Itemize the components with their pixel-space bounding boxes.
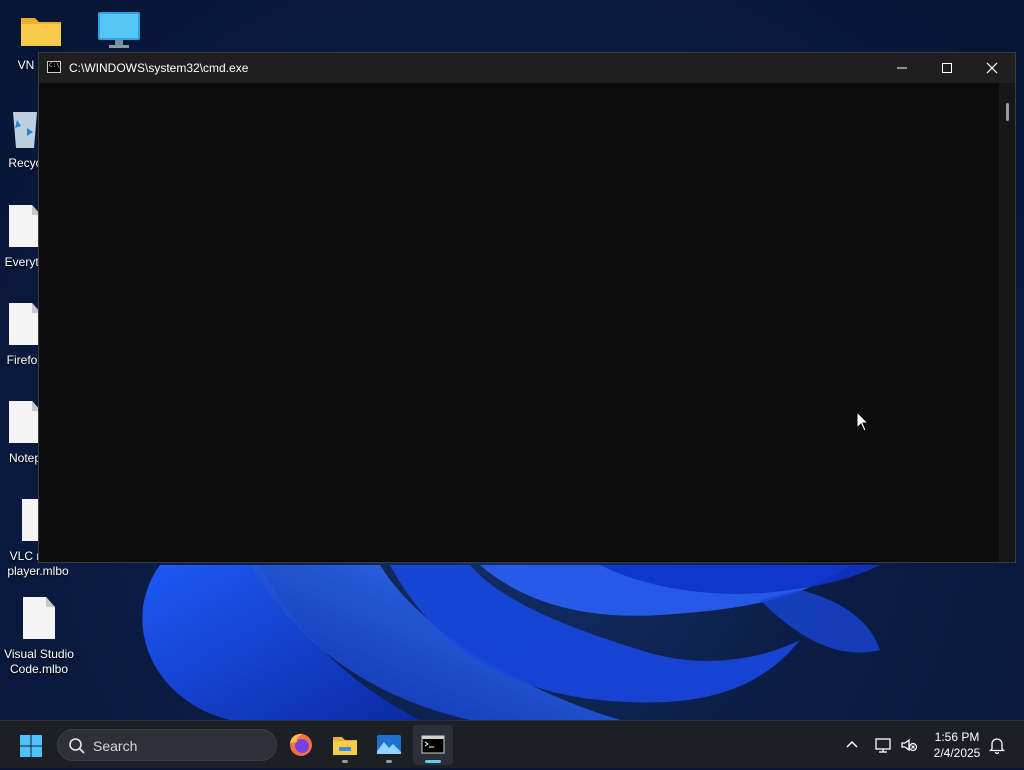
- taskbar-file-explorer[interactable]: [325, 725, 365, 765]
- taskbar-clock[interactable]: 1:56 PM 2/4/2025: [924, 729, 990, 761]
- vertical-scrollbar[interactable]: [999, 83, 1015, 562]
- maximize-icon: [942, 63, 952, 73]
- notifications-button[interactable]: [986, 734, 1008, 756]
- file-icon: [9, 205, 41, 247]
- maximize-button[interactable]: [924, 53, 970, 83]
- firefox-icon: [290, 733, 312, 756]
- windows-logo-icon: [20, 735, 42, 757]
- network-button[interactable]: [872, 734, 894, 756]
- close-icon: [986, 62, 998, 74]
- photos-icon: [377, 735, 401, 754]
- cmd-window[interactable]: C:\ C:\WINDOWS\system32\cmd.exe: [38, 52, 1016, 563]
- console-output[interactable]: [39, 83, 999, 562]
- active-indicator: [425, 760, 441, 763]
- scrollbar-thumb[interactable]: [1006, 103, 1009, 121]
- window-title: C:\WINDOWS\system32\cmd.exe: [69, 61, 249, 75]
- desktop-icon-vscode[interactable]: Visual Studio Code.mlbo: [1, 597, 77, 679]
- taskbar-search[interactable]: Search: [57, 729, 277, 761]
- search-icon: [69, 738, 85, 754]
- minimize-button[interactable]: [879, 53, 925, 83]
- taskbar-photos[interactable]: [369, 725, 409, 765]
- monitor-icon: [97, 10, 140, 52]
- search-placeholder: Search: [93, 738, 138, 754]
- taskbar-firefox[interactable]: [281, 725, 321, 765]
- title-bar[interactable]: C:\ C:\WINDOWS\system32\cmd.exe: [39, 53, 1015, 83]
- file-explorer-icon: [333, 737, 357, 755]
- running-indicator: [386, 760, 392, 763]
- bell-icon: [988, 738, 1006, 755]
- folder-icon: [19, 12, 61, 54]
- clock-time: 1:56 PM: [934, 730, 980, 744]
- taskbar: Search 1:56 PM 2/4/2025: [0, 720, 1024, 768]
- mouse-pointer-icon: [856, 411, 870, 432]
- network-icon: [875, 738, 891, 753]
- running-indicator: [342, 760, 348, 763]
- file-icon: [9, 303, 41, 345]
- chevron-up-icon: [846, 740, 858, 748]
- minimize-icon: [897, 67, 907, 69]
- file-icon: [9, 401, 41, 443]
- show-hidden-icons-button[interactable]: [841, 734, 863, 756]
- clock-date: 2/4/2025: [933, 746, 981, 760]
- start-button[interactable]: [16, 731, 46, 761]
- command-prompt-icon: [421, 735, 445, 754]
- desktop-icon-this-pc[interactable]: [79, 10, 155, 54]
- volume-button[interactable]: [898, 734, 920, 756]
- volume-muted-icon: [901, 738, 918, 752]
- close-button[interactable]: [969, 53, 1015, 83]
- file-icon: [23, 597, 55, 639]
- cmd-app-icon[interactable]: C:\: [47, 61, 61, 73]
- taskbar-command-prompt[interactable]: [413, 725, 453, 765]
